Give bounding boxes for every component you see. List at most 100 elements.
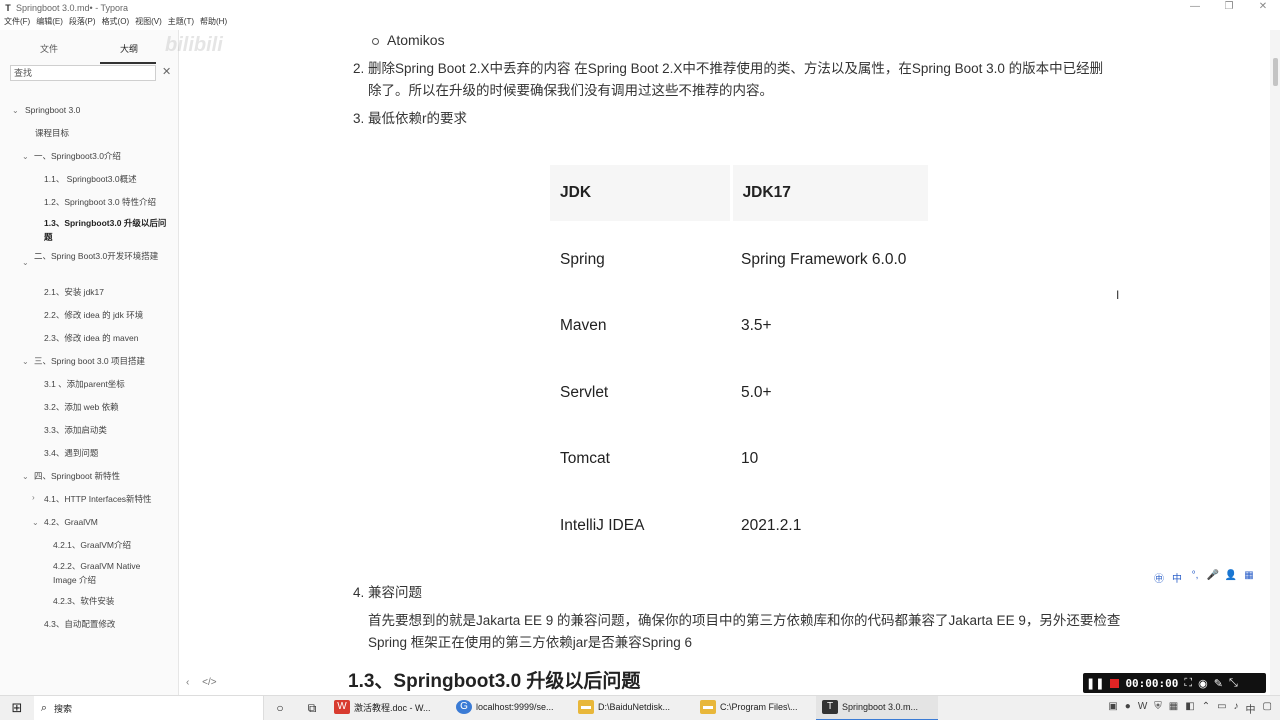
table-header-cell: JDK17 — [732, 165, 928, 221]
menu-view[interactable]: 视图(V) — [131, 16, 164, 30]
tray-volume-icon[interactable]: ♪ — [1234, 701, 1239, 716]
tray-ime-icon[interactable]: 中 — [1246, 701, 1256, 716]
outline-item[interactable]: 2.2、修改 idea 的 jdk 环境 — [44, 308, 143, 322]
ime-logo-icon[interactable]: ㊥ — [1152, 570, 1166, 585]
tray-wps-icon[interactable]: W — [1138, 701, 1147, 716]
fullscreen-icon[interactable]: ⛶ — [1184, 677, 1192, 690]
list-number: 4. — [353, 585, 365, 600]
tray-network-icon[interactable]: ▭ — [1217, 701, 1226, 716]
tray-app3-icon[interactable]: ◧ — [1185, 701, 1194, 716]
menu-bar: 文件(F) 编辑(E) 段落(P) 格式(O) 视图(V) 主题(T) 帮助(H… — [0, 16, 1280, 30]
outline-item[interactable]: 3.1 、添加parent坐标 — [44, 377, 125, 391]
pause-icon[interactable]: ❚❚ — [1086, 677, 1104, 690]
list-item-paragraph: 首先要想到的就是Jakarta EE 9 的兼容问题，确保你的项目中的第三方依赖… — [368, 613, 1121, 650]
folder-icon: ▬ — [578, 700, 594, 714]
table-cell: Maven — [560, 317, 607, 334]
title-bar: T Springboot 3.0.md• - Typora — ❐ ✕ — [0, 0, 1280, 16]
outline-item[interactable]: 1.1、 Springboot3.0概述 — [44, 172, 137, 186]
ime-grid-icon[interactable]: ▦ — [1242, 570, 1256, 585]
chrome-icon: G — [456, 700, 472, 714]
taskbar-app-chrome[interactable]: G localhost:9999/se... — [450, 696, 572, 720]
outline-item[interactable]: 4.2.2、GraalVM Native Image 介绍 — [53, 559, 163, 587]
maximize-button[interactable]: ❐ — [1212, 0, 1246, 16]
taskbar-app-typora[interactable]: T Springboot 3.0.m... — [816, 695, 938, 720]
menu-help[interactable]: 帮助(H) — [196, 16, 229, 30]
outline-item[interactable]: 4.3、自动配置修改 — [44, 617, 115, 631]
ime-microphone-icon[interactable]: 🎤 — [1206, 570, 1220, 585]
outline-item[interactable]: 2.3、修改 idea 的 maven — [44, 331, 138, 345]
camera-icon[interactable]: ◉ — [1198, 677, 1208, 690]
taskbar-search-label: 搜索 — [54, 703, 73, 714]
sidebar: 文件 大纲 查找 ✕ ⌄ Springboot 3.0 课程目标 ⌄ 一、Spr… — [0, 30, 179, 695]
table-cell: Servlet — [560, 384, 609, 401]
folder-icon: ▬ — [700, 700, 716, 714]
windows-start-icon[interactable]: ⊞ — [0, 700, 34, 716]
outline-item[interactable]: 4.2.3、软件安装 — [53, 594, 114, 608]
outline-item[interactable]: 课程目标 — [35, 126, 69, 140]
cortana-icon[interactable]: ○ — [264, 701, 296, 715]
ime-chinese-mode-icon[interactable]: 中 — [1170, 570, 1184, 585]
outline-item[interactable]: 二、Spring Boot3.0开发环境搭建 — [34, 249, 168, 263]
outline-item[interactable]: 4.1、HTTP Interfaces新特性 — [44, 492, 152, 506]
table-cell: Spring — [560, 251, 605, 268]
scrollbar-thumb[interactable] — [1273, 58, 1278, 86]
tray-app2-icon[interactable]: ▦ — [1169, 701, 1178, 716]
menu-edit[interactable]: 编辑(E) — [32, 16, 65, 30]
tray-app-icon[interactable]: ▣ — [1108, 701, 1117, 716]
outline-item[interactable]: 4.2、GraalVM — [44, 515, 98, 529]
system-tray: ▣ ● W ⛨ ▦ ◧ ⌃ ▭ ♪ 中 ▢ — [1108, 701, 1280, 716]
screen-recorder-bar: ❚❚ 00:00:00 ⛶ ◉ ✎ ⤡ — [1083, 673, 1266, 693]
outline-item[interactable]: 3.2、添加 web 依赖 — [44, 400, 119, 414]
outline-item[interactable]: 四、Springboot 新特性 — [34, 469, 120, 483]
ime-user-icon[interactable]: 👤 — [1224, 570, 1238, 585]
editor-scrollbar[interactable] — [1270, 30, 1280, 695]
tray-shield-icon[interactable]: ⛨ — [1154, 701, 1162, 716]
outline-item-active[interactable]: 1.3、Springboot3.0 升级以后问题 — [44, 216, 168, 244]
close-button[interactable]: ✕ — [1246, 0, 1280, 16]
outline-item[interactable]: 4.2.1、GraalVM介绍 — [53, 538, 131, 552]
outline-item[interactable]: 2.1、安装 jdk17 — [44, 285, 104, 299]
task-view-icon[interactable]: ⧉ — [296, 701, 328, 716]
outline-item[interactable]: Springboot 3.0 — [25, 103, 80, 117]
notification-icon[interactable]: ▢ — [1263, 701, 1272, 716]
taskbar-app-wps[interactable]: W 激活教程.doc - W... — [328, 696, 450, 720]
close-icon[interactable]: ✕ — [162, 65, 171, 79]
menu-paragraph[interactable]: 段落(P) — [65, 16, 98, 30]
typora-app-icon: T — [5, 3, 11, 13]
chevron-down-icon[interactable]: ⌄ — [22, 258, 29, 267]
ime-punctuation-icon[interactable]: °, — [1188, 570, 1202, 585]
outline-item[interactable]: 3.3、添加启动类 — [44, 423, 107, 437]
stop-icon[interactable] — [1110, 678, 1120, 688]
tab-outline[interactable]: 大纲 — [120, 42, 138, 55]
chevron-down-icon[interactable]: ⌄ — [32, 518, 39, 527]
outline-item[interactable]: 一、Springboot3.0介绍 — [34, 149, 121, 163]
editor-content[interactable]: Atomikos 2. 删除Spring Boot 2.X中丢弃的内容 在Spr… — [180, 30, 1270, 695]
outline-item[interactable]: 三、Spring boot 3.0 项目搭建 — [34, 354, 145, 368]
outline-item[interactable]: 1.2、Springboot 3.0 特性介绍 — [44, 195, 156, 209]
outline-search-input[interactable]: 查找 — [10, 65, 156, 81]
menu-theme[interactable]: 主题(T) — [164, 16, 196, 30]
chevron-right-icon[interactable]: › — [32, 493, 35, 502]
menu-format[interactable]: 格式(O) — [98, 16, 132, 30]
list-item-paragraph: 删除Spring Boot 2.X中丢弃的内容 在Spring Boot 2.X… — [368, 61, 1104, 98]
chevron-down-icon[interactable]: ⌄ — [22, 357, 29, 366]
tab-files[interactable]: 文件 — [40, 42, 58, 55]
outline-item[interactable]: 3.4、遇到问题 — [44, 446, 98, 460]
table-header-row: JDK JDK17 — [550, 165, 928, 221]
chevron-down-icon[interactable]: ⌄ — [22, 152, 29, 161]
menu-file[interactable]: 文件(F) — [0, 16, 32, 30]
tray-record-icon[interactable]: ● — [1125, 701, 1131, 716]
search-icon: ⌕ — [40, 701, 48, 714]
collapse-icon[interactable]: ⤡ — [1229, 677, 1238, 690]
taskbar-app-explorer-2[interactable]: ▬ C:\Program Files\... — [694, 696, 816, 720]
tray-chevron-up-icon[interactable]: ⌃ — [1202, 701, 1210, 716]
taskbar-app-explorer-1[interactable]: ▬ D:\BaiduNetdisk... — [572, 696, 694, 720]
chevron-down-icon[interactable]: ⌄ — [12, 106, 19, 115]
minimize-button[interactable]: — — [1178, 0, 1212, 16]
taskbar-search[interactable]: ⌕ 搜索 — [34, 695, 264, 720]
window-title: Springboot 3.0.md• - Typora — [16, 3, 129, 13]
table-row: Tomcat 10 — [550, 431, 928, 487]
list-item-text: 兼容问题 — [368, 585, 422, 600]
chevron-down-icon[interactable]: ⌄ — [22, 472, 29, 481]
pen-icon[interactable]: ✎ — [1214, 677, 1223, 690]
